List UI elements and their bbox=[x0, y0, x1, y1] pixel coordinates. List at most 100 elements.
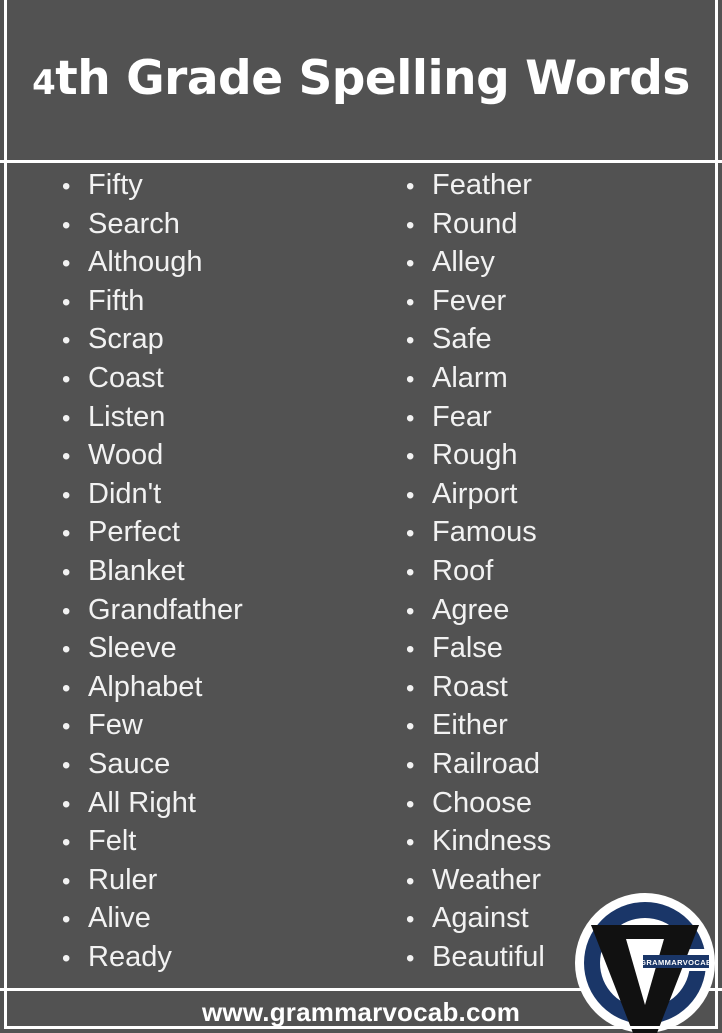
word-list-item: • Sleeve bbox=[62, 629, 352, 668]
word-label: Blanket bbox=[88, 554, 185, 587]
word-list-item: • Scrap bbox=[62, 320, 352, 359]
word-label: Ruler bbox=[88, 863, 158, 896]
logo-v-top-bar bbox=[591, 925, 699, 939]
word-list-item: • Agree bbox=[406, 591, 704, 630]
word-list-item: • Alarm bbox=[406, 359, 704, 398]
bullet-icon: • bbox=[62, 443, 71, 471]
word-list-item: • Rough bbox=[406, 436, 704, 475]
word-label: All Right bbox=[88, 786, 196, 819]
logo-badge-text: GRAMMARVOCAB bbox=[640, 958, 712, 967]
grammarvocab-logo: GRAMMARVOCAB bbox=[575, 893, 715, 1033]
word-label: Perfect bbox=[88, 516, 180, 549]
word-list-item: • Blanket bbox=[62, 552, 352, 591]
bullet-icon: • bbox=[62, 636, 71, 664]
word-label: Fifth bbox=[88, 284, 145, 317]
word-list-item: • Grandfather bbox=[62, 591, 352, 630]
word-list-item: • Coast bbox=[62, 359, 352, 398]
word-list-container: • Fifty • Search • Although • Fifth • Scrap • Coast… bbox=[0, 166, 722, 986]
bullet-icon: • bbox=[62, 558, 71, 586]
bullet-icon: • bbox=[62, 944, 71, 972]
word-list-item: • All Right bbox=[62, 784, 352, 823]
word-label: Sauce bbox=[88, 747, 171, 780]
page-title: 4th Grade Spelling Words bbox=[32, 55, 690, 106]
word-label: False bbox=[432, 632, 503, 665]
word-list-item: • Feather bbox=[406, 166, 704, 205]
word-label: Rough bbox=[432, 439, 518, 472]
word-label: Round bbox=[432, 207, 518, 240]
bullet-icon: • bbox=[406, 443, 415, 471]
bullet-icon: • bbox=[406, 481, 415, 509]
bullet-icon: • bbox=[62, 790, 71, 818]
word-label: Search bbox=[88, 207, 180, 240]
word-label: Listen bbox=[88, 400, 166, 433]
bullet-icon: • bbox=[406, 867, 415, 895]
bullet-icon: • bbox=[62, 906, 71, 934]
word-label: Roof bbox=[432, 554, 494, 587]
word-list-item: • Kindness bbox=[406, 822, 704, 861]
word-label: Grandfather bbox=[88, 593, 243, 626]
word-label: Few bbox=[88, 709, 143, 742]
word-list-item: • Listen bbox=[62, 398, 352, 437]
word-list-item: • Railroad bbox=[406, 745, 704, 784]
word-list-right-column: • Feather • Round • Alley • Fever • Safe • Alarm • Fe… bbox=[352, 166, 704, 976]
word-list-item: • Felt bbox=[62, 822, 352, 861]
word-list-item: • Wood bbox=[62, 436, 352, 475]
word-list-item: • Alley bbox=[406, 243, 704, 282]
word-list-item: • Famous bbox=[406, 513, 704, 552]
word-list-item: • Roof bbox=[406, 552, 704, 591]
bullet-icon: • bbox=[62, 829, 71, 857]
bullet-icon: • bbox=[406, 944, 415, 972]
bullet-icon: • bbox=[62, 597, 71, 625]
word-label: Coast bbox=[88, 361, 164, 394]
bullet-icon: • bbox=[406, 173, 415, 200]
word-label: Fear bbox=[432, 400, 492, 433]
word-list-item: • Alive bbox=[62, 899, 352, 938]
bullet-icon: • bbox=[62, 481, 71, 509]
word-label: Alley bbox=[432, 246, 495, 279]
word-label: Against bbox=[432, 902, 529, 935]
bullet-icon: • bbox=[406, 636, 415, 664]
bullet-icon: • bbox=[62, 211, 71, 239]
word-label: Safe bbox=[432, 323, 492, 356]
word-label: Fifty bbox=[88, 169, 143, 201]
word-list-item: • Airport bbox=[406, 475, 704, 514]
header-divider bbox=[0, 160, 722, 163]
word-list-item: • Sauce bbox=[62, 745, 352, 784]
word-list-item: • Fear bbox=[406, 398, 704, 437]
word-label: Alarm bbox=[432, 361, 508, 394]
bullet-icon: • bbox=[406, 558, 415, 586]
word-label: Scrap bbox=[88, 323, 164, 356]
word-list-item: • Perfect bbox=[62, 513, 352, 552]
bullet-icon: • bbox=[406, 520, 415, 548]
title-rest: th Grade Spelling Words bbox=[55, 50, 690, 106]
word-list-item: • Few bbox=[62, 706, 352, 745]
title-ordinal-number: 4 bbox=[32, 62, 56, 103]
word-list-item: • Ruler bbox=[62, 861, 352, 900]
word-label: Airport bbox=[432, 477, 518, 510]
word-label: Didn't bbox=[88, 477, 162, 510]
bullet-icon: • bbox=[62, 520, 71, 548]
word-list-item: • Fever bbox=[406, 282, 704, 321]
word-label: Choose bbox=[432, 786, 532, 819]
word-label: Roast bbox=[432, 670, 508, 703]
bullet-icon: • bbox=[406, 674, 415, 702]
spelling-words-poster: 4th Grade Spelling Words • Fifty • Search • A… bbox=[0, 0, 722, 1033]
bullet-icon: • bbox=[62, 674, 71, 702]
poster-header: 4th Grade Spelling Words bbox=[0, 0, 722, 160]
word-label: Alive bbox=[88, 902, 151, 935]
bullet-icon: • bbox=[406, 250, 415, 278]
word-list-item: • Choose bbox=[406, 784, 704, 823]
bullet-icon: • bbox=[62, 327, 71, 355]
word-list-item: • Round bbox=[406, 205, 704, 244]
bullet-icon: • bbox=[406, 713, 415, 741]
word-list-left-column: • Fifty • Search • Although • Fifth • Scrap • Coast… bbox=[0, 166, 352, 976]
bullet-icon: • bbox=[406, 288, 415, 316]
word-label: Kindness bbox=[432, 825, 552, 858]
bullet-icon: • bbox=[406, 597, 415, 625]
word-label: Although bbox=[88, 246, 203, 279]
word-label: Sleeve bbox=[88, 632, 177, 665]
word-label: Agree bbox=[432, 593, 510, 626]
word-label: Weather bbox=[432, 863, 542, 896]
word-list-item: • Fifth bbox=[62, 282, 352, 321]
bullet-icon: • bbox=[62, 365, 71, 393]
